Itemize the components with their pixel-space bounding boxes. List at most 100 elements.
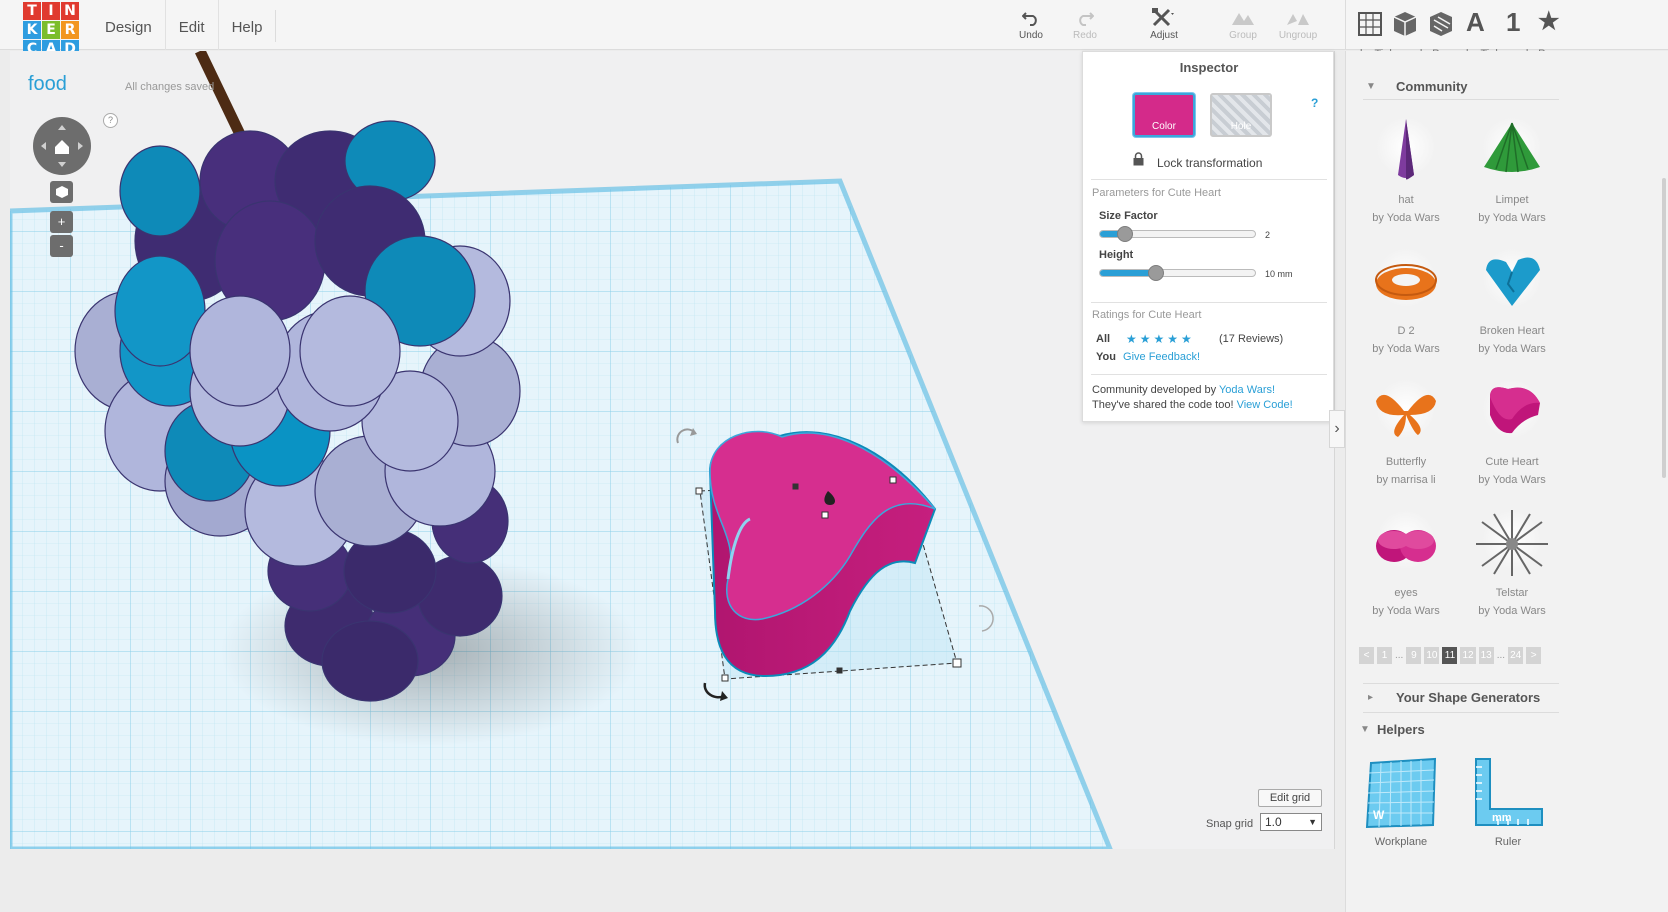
height-value: 10 mm: [1265, 269, 1293, 279]
rating-stars: ★★★★★: [1126, 332, 1195, 346]
community-shape-limpet[interactable]: Limpet by Yoda Wars: [1460, 109, 1564, 227]
author-link[interactable]: Yoda Wars!: [1219, 384, 1275, 396]
snap-grid-value: 1.0: [1265, 815, 1282, 829]
ungroup-button[interactable]: Ungroup: [1272, 6, 1324, 41]
view-code-link[interactable]: View Code!: [1237, 399, 1293, 411]
ruler-helper-label: Ruler: [1494, 836, 1522, 848]
pager-page-1[interactable]: 1: [1377, 647, 1392, 664]
community-shape-broken-heart[interactable]: Broken Heart by Yoda Wars: [1460, 240, 1564, 358]
group-icon: [1217, 6, 1269, 30]
shape-author: by Yoda Wars: [1478, 212, 1546, 224]
helper-ruler[interactable]: mm Ruler: [1458, 753, 1558, 848]
divider: [1091, 302, 1327, 303]
height-slider[interactable]: [1099, 265, 1256, 281]
lock-transformation-label[interactable]: Lock transformation: [1157, 156, 1262, 170]
zoom-in-button[interactable]: +: [50, 211, 73, 233]
collapse-panel-chevron-icon[interactable]: ›: [1329, 410, 1345, 448]
pager-ellipsis: ...: [1496, 650, 1506, 661]
view-orbit-control[interactable]: [33, 117, 91, 175]
ruler-helper-icon: mm: [1475, 758, 1543, 826]
collapse-triangle-icon[interactable]: ▼: [1366, 81, 1376, 92]
shape-thumbnail-icon: [1354, 371, 1458, 453]
shared-code-note: They've shared the code too! View Code!: [1092, 399, 1293, 411]
group-label: Group: [1229, 30, 1257, 41]
inspector-help-link[interactable]: ?: [1311, 96, 1318, 110]
redo-button[interactable]: Redo: [1059, 6, 1111, 41]
panel-scrollbar[interactable]: [1662, 178, 1666, 478]
helpers-heading[interactable]: Helpers: [1377, 722, 1425, 737]
workplane-helper-label: Workplane: [1374, 836, 1428, 848]
shape-pager: <1... 9 10 11 12 13... 24 >: [1359, 647, 1542, 664]
patterns-category-icon[interactable]: [1428, 10, 1454, 45]
inspector-title: Inspector: [1179, 60, 1239, 75]
ratings-heading: Ratings for Cute Heart: [1092, 309, 1202, 321]
text-category-icon[interactable]: A: [1466, 7, 1485, 38]
shape-author: by marrisa li: [1376, 474, 1436, 486]
pager-prev-button[interactable]: <: [1359, 647, 1374, 664]
pager-next-button[interactable]: >: [1526, 647, 1542, 664]
shape-author: by Yoda Wars: [1478, 474, 1546, 486]
collapse-triangle-icon[interactable]: ▼: [1360, 724, 1370, 735]
community-shape-telstar[interactable]: Telstar by Yoda Wars: [1460, 502, 1564, 620]
ungroup-label: Ungroup: [1278, 30, 1318, 41]
cube-view-icon: [55, 186, 68, 198]
favorites-star-icon[interactable]: ★: [1538, 7, 1560, 36]
lock-icon[interactable]: [1133, 152, 1144, 166]
color-swatch-button[interactable]: Color: [1133, 93, 1195, 137]
shape-thumbnail-icon: [1354, 502, 1458, 584]
hole-button[interactable]: Hole: [1210, 93, 1272, 137]
zoom-out-button[interactable]: -: [50, 235, 73, 257]
menu-design[interactable]: Design: [92, 0, 165, 50]
logo-letter: R: [61, 21, 79, 39]
workplane-helper-icon: W: [1365, 757, 1437, 829]
ratings-all-label: All: [1096, 333, 1111, 345]
shape-generators-heading[interactable]: Your Shape Generators: [1396, 690, 1540, 705]
logo-letter: K: [23, 21, 41, 39]
shape-author: by Yoda Wars: [1478, 605, 1546, 617]
helper-workplane[interactable]: W Workplane: [1351, 753, 1451, 848]
height-label: Height: [1099, 249, 1134, 261]
ratings-you-row: You Give Feedback!: [1096, 351, 1200, 363]
community-shape-hat[interactable]: hat by Yoda Wars: [1354, 109, 1458, 227]
help-button[interactable]: ?: [103, 113, 118, 128]
adjust-label: Adjust: [1150, 30, 1178, 41]
shape-thumbnail-icon: [1460, 109, 1564, 191]
undo-button[interactable]: Undo: [1005, 6, 1057, 41]
shape-thumbnail-icon: [1354, 240, 1458, 322]
community-shape-eyes[interactable]: eyes by Yoda Wars: [1354, 502, 1458, 620]
pager-page-13[interactable]: 13: [1478, 647, 1494, 664]
menu-help[interactable]: Help: [217, 0, 276, 50]
pager-page-10[interactable]: 10: [1424, 647, 1440, 664]
workplane-category-icon[interactable]: [1357, 11, 1383, 44]
height-knob[interactable]: [1147, 265, 1164, 281]
shape-category-bar: A 1 ★ by Tinkercad - P... by Tinkercad -…: [1345, 0, 1668, 60]
size-factor-slider[interactable]: [1099, 226, 1256, 242]
snap-grid-label: Snap grid: [1206, 818, 1254, 830]
pager-page-12[interactable]: 12: [1460, 647, 1476, 664]
community-heading[interactable]: Community: [1396, 79, 1468, 94]
pager-page-9[interactable]: 9: [1406, 647, 1422, 664]
snap-grid-select[interactable]: 1.0 ▼: [1260, 813, 1322, 831]
pager-page-24[interactable]: 24: [1508, 647, 1524, 664]
size-factor-knob[interactable]: [1116, 226, 1133, 242]
parameters-heading: Parameters for Cute Heart: [1092, 187, 1221, 199]
color-label: Color: [1152, 121, 1176, 132]
logo-letter: I: [42, 2, 60, 20]
community-shape-cute-heart[interactable]: Cute Heart by Yoda Wars: [1460, 371, 1564, 489]
adjust-button[interactable]: Adjust: [1138, 6, 1190, 41]
ortho-view-button[interactable]: [50, 181, 73, 203]
divider: [1091, 374, 1327, 375]
group-button[interactable]: Group: [1217, 6, 1269, 41]
community-shape-butterfly[interactable]: Butterfly by marrisa li: [1354, 371, 1458, 489]
expand-triangle-icon[interactable]: ▸: [1368, 692, 1373, 703]
home-view-icon[interactable]: [33, 117, 91, 175]
menu-edit[interactable]: Edit: [164, 0, 218, 50]
design-title[interactable]: food: [28, 73, 67, 96]
number-category-icon[interactable]: 1: [1506, 7, 1520, 38]
community-shape-d-2[interactable]: D 2 by Yoda Wars: [1354, 240, 1458, 358]
box-category-icon[interactable]: [1392, 10, 1418, 45]
pager-ellipsis: ...: [1395, 650, 1404, 661]
edit-grid-button[interactable]: Edit grid: [1258, 789, 1322, 807]
pager-page-11[interactable]: 11: [1442, 647, 1458, 664]
give-feedback-link[interactable]: Give Feedback!: [1123, 351, 1200, 363]
